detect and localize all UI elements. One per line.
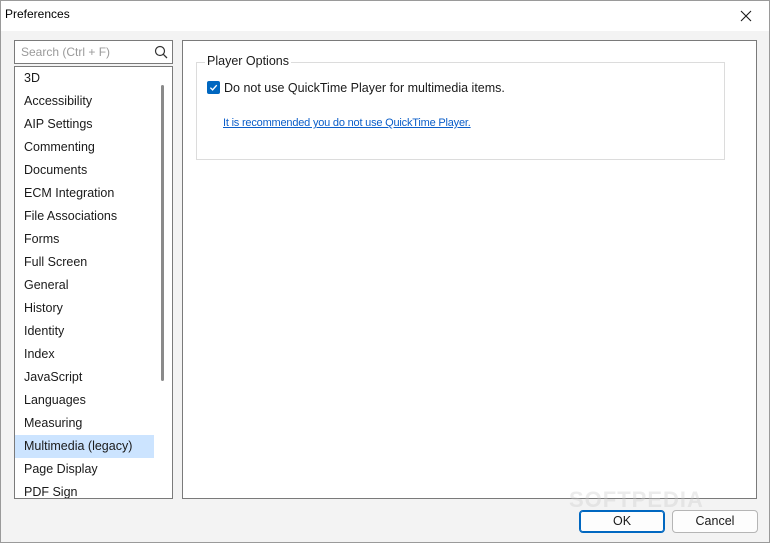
window-title: Preferences: [5, 7, 70, 21]
ok-button[interactable]: OK: [579, 510, 665, 533]
content-panel: Player Options Do not use QuickTime Play…: [182, 40, 757, 499]
category-item[interactable]: Index: [15, 343, 155, 366]
category-item[interactable]: AIP Settings: [15, 113, 155, 136]
category-item[interactable]: JavaScript: [15, 366, 155, 389]
category-scrollbar[interactable]: [154, 67, 172, 498]
quicktime-checkbox[interactable]: [207, 81, 220, 94]
category-item[interactable]: Documents: [15, 159, 155, 182]
category-item[interactable]: Page Display: [15, 458, 155, 481]
cancel-button[interactable]: Cancel: [672, 510, 758, 533]
category-item[interactable]: Accessibility: [15, 90, 155, 113]
close-icon: [740, 10, 752, 22]
category-item[interactable]: File Associations: [15, 205, 155, 228]
preferences-dialog: Preferences 3DAccessibilityAIP SettingsC…: [0, 0, 770, 543]
category-item[interactable]: History: [15, 297, 155, 320]
category-item[interactable]: Identity: [15, 320, 155, 343]
category-item[interactable]: Languages: [15, 389, 155, 412]
group-title: Player Options: [205, 54, 291, 68]
search-input[interactable]: [15, 41, 151, 63]
category-item[interactable]: Multimedia (legacy): [15, 435, 155, 458]
player-options-group: Player Options Do not use QuickTime Play…: [196, 54, 725, 160]
quicktime-recommendation-link[interactable]: It is recommended you do not use QuickTi…: [223, 117, 471, 129]
checkmark-icon: [209, 84, 218, 91]
category-item[interactable]: Forms: [15, 228, 155, 251]
category-item[interactable]: Measuring: [15, 412, 155, 435]
quicktime-checkbox-label[interactable]: Do not use QuickTime Player for multimed…: [224, 81, 505, 95]
search-icon[interactable]: [154, 45, 168, 59]
scrollbar-thumb[interactable]: [161, 85, 164, 381]
category-list-items: 3D Accessibility AIP Settings Commenting Doc…: [15, 67, 155, 498]
search-box: [14, 40, 173, 64]
close-button[interactable]: [723, 1, 769, 31]
category-item[interactable]: PDF Sign: [15, 481, 155, 498]
category-item[interactable]: 3D: [15, 67, 155, 90]
category-item[interactable]: ECM Integration: [15, 182, 155, 205]
category-item[interactable]: Commenting: [15, 136, 155, 159]
category-list: 3D Accessibility AIP Settings Commenting Doc…: [14, 66, 173, 499]
title-bar: Preferences: [1, 1, 769, 31]
category-item[interactable]: General: [15, 274, 155, 297]
category-item[interactable]: Full Screen: [15, 251, 155, 274]
quicktime-checkbox-row[interactable]: Do not use QuickTime Player for multimed…: [207, 79, 505, 96]
